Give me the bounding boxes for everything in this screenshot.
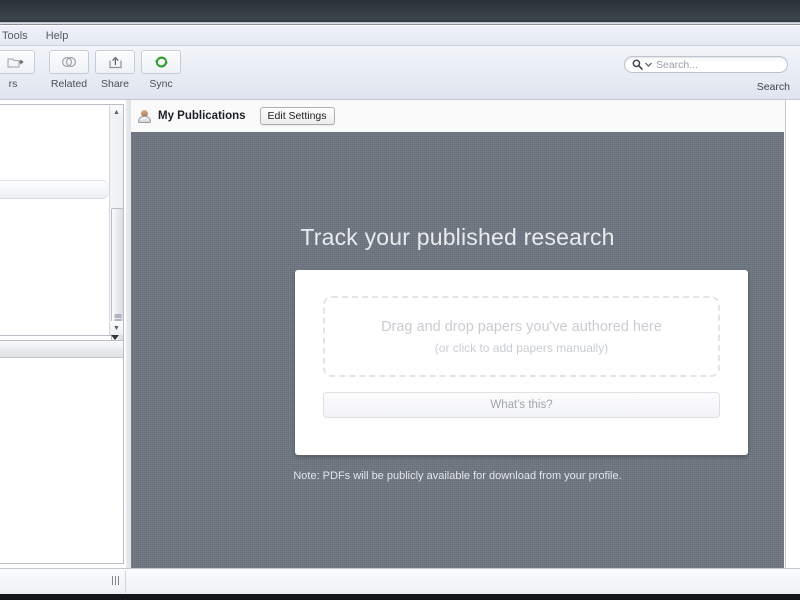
whats-this-button[interactable]: What's this? xyxy=(323,392,720,418)
search-magnifier-icon xyxy=(632,59,643,70)
add-publications-card: Drag and drop papers you've authored her… xyxy=(295,270,748,455)
page-title: My Publications xyxy=(158,110,246,122)
toolbar-label-share: Share xyxy=(100,78,130,90)
search-section-label: Search xyxy=(756,81,790,93)
my-publications-header: My Publications Edit Settings xyxy=(131,100,785,132)
main-toolbar: rs Related Share Sync Search... Search xyxy=(0,46,800,100)
toolbar-button-folders[interactable]: rs xyxy=(0,50,46,90)
application-window: Tools Help rs Related Share Sync Search.… xyxy=(0,0,800,600)
window-bottom-edge xyxy=(0,594,800,600)
toolbar-button-sync[interactable]: Sync xyxy=(138,50,184,90)
menu-item-help[interactable]: Help xyxy=(37,27,78,45)
share-arrow-icon xyxy=(95,50,135,74)
user-avatar-icon xyxy=(137,109,152,124)
paper-dropzone[interactable]: Drag and drop papers you've authored her… xyxy=(323,296,720,377)
status-resize-grip-icon[interactable] xyxy=(112,576,119,585)
left-sidebar: ▲ ▼ xyxy=(0,100,126,568)
filter-chevron-down-icon[interactable] xyxy=(111,335,119,358)
toolbar-button-group: rs Related Share Sync xyxy=(0,50,184,90)
toolbar-label-sync: Sync xyxy=(149,78,173,90)
window-titlebar xyxy=(0,0,800,25)
scroll-up-arrow-icon[interactable]: ▲ xyxy=(110,105,123,119)
related-circles-icon xyxy=(49,50,89,74)
sidebar-library-panel: ▲ ▼ xyxy=(0,104,124,426)
sidebar-library-list[interactable]: ▲ ▼ xyxy=(0,105,124,426)
scroll-down-arrow-icon[interactable]: ▼ xyxy=(110,321,123,335)
menu-item-tools[interactable]: Tools xyxy=(0,27,37,45)
toolbar-label-folders: rs xyxy=(8,78,18,90)
toolbar-button-share[interactable]: Share xyxy=(92,50,138,90)
search-input[interactable]: Search... xyxy=(624,56,788,73)
toolbar-button-related[interactable]: Related xyxy=(46,50,92,90)
list-item[interactable] xyxy=(0,180,109,199)
dropzone-primary-text: Drag and drop papers you've authored her… xyxy=(381,318,662,335)
publications-note: Note: PDFs will be publicly available fo… xyxy=(293,470,622,482)
main-content-panel: My Publications Edit Settings Track your… xyxy=(131,100,786,568)
dropzone-secondary-text: (or click to add papers manually) xyxy=(434,340,609,355)
status-bar xyxy=(0,568,800,595)
publications-canvas: Track your published research Drag and d… xyxy=(131,132,784,568)
sidebar-vertical-scrollbar[interactable]: ▲ ▼ xyxy=(109,105,124,426)
toolbar-label-related: Related xyxy=(50,78,88,90)
headline-text: Track your published research xyxy=(300,224,615,250)
menu-bar: Tools Help xyxy=(0,26,800,46)
edit-settings-button[interactable]: Edit Settings xyxy=(259,107,335,125)
sidebar-filter-list[interactable] xyxy=(0,358,123,563)
sidebar-filter-panel xyxy=(0,335,124,564)
sync-refresh-icon xyxy=(141,50,181,74)
sidebar-filter-header[interactable] xyxy=(0,335,123,358)
search-container: Search... xyxy=(624,56,788,73)
search-dropdown-chevron-down-icon[interactable] xyxy=(645,62,652,67)
status-divider xyxy=(125,571,126,593)
search-placeholder-text: Search... xyxy=(656,58,699,71)
folders-icon xyxy=(0,50,35,74)
